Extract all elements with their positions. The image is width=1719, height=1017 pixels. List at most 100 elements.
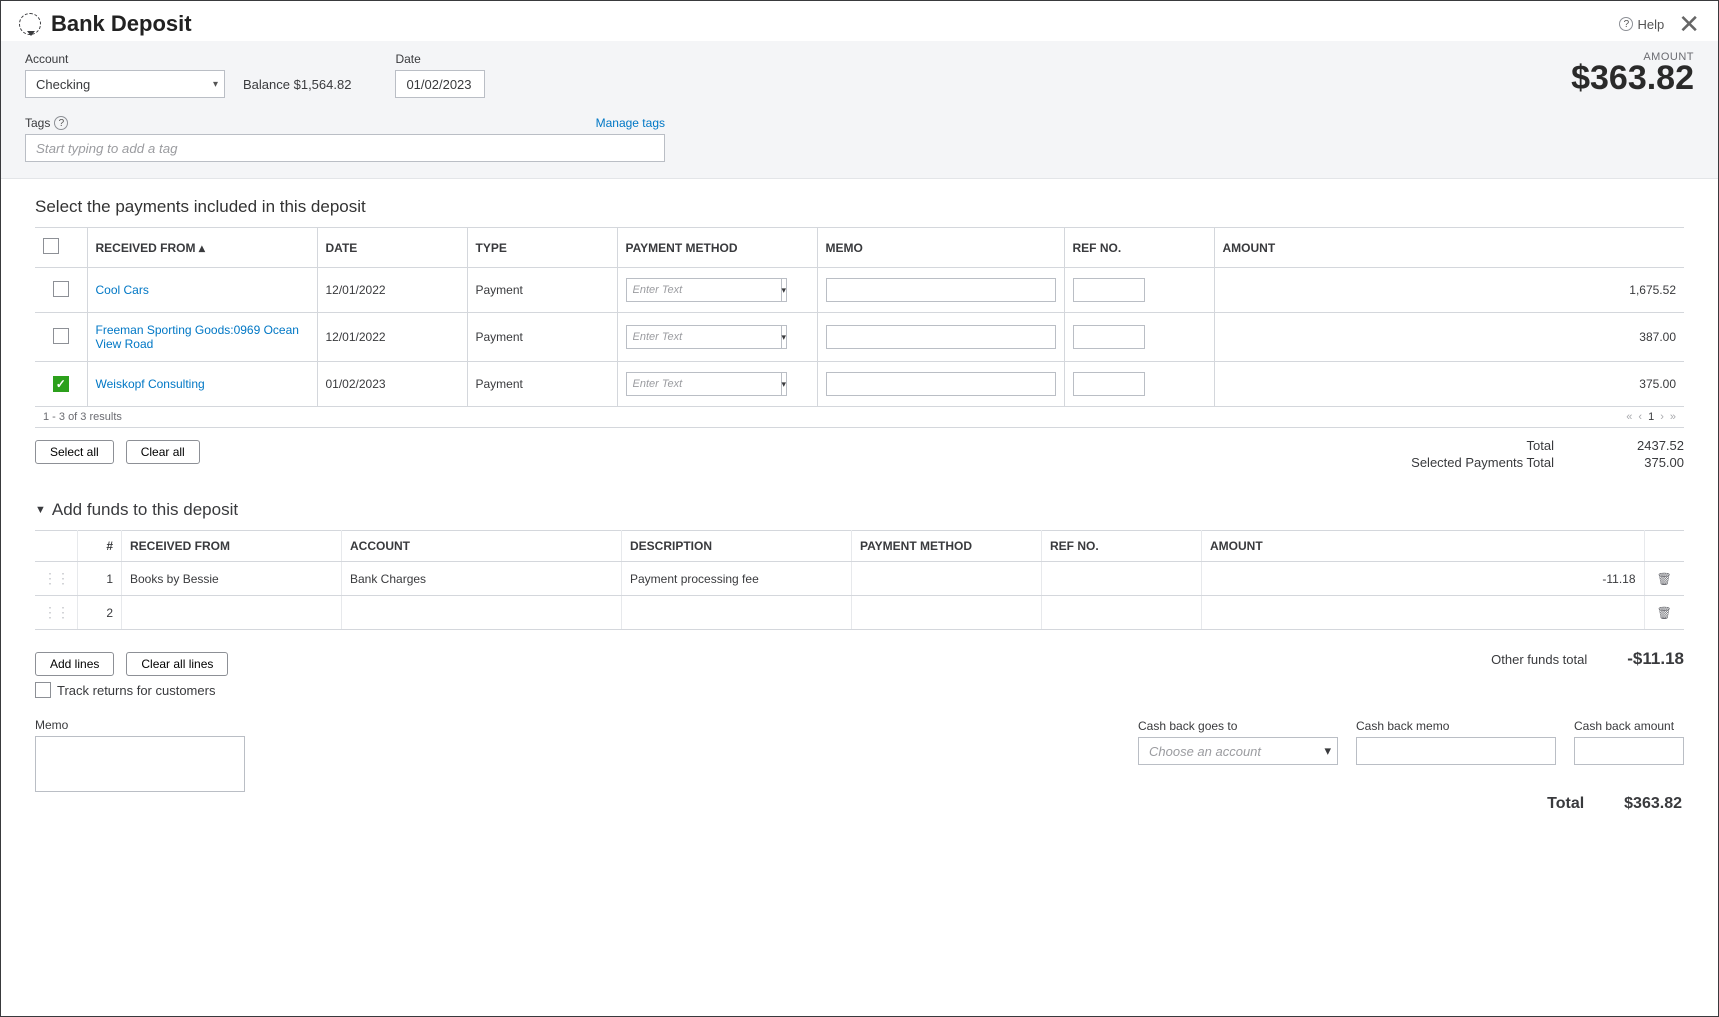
col-f-account: ACCOUNT (342, 531, 622, 562)
funds-row: ⋮⋮1Books by BessieBank ChargesPayment pr… (35, 562, 1684, 596)
col-type[interactable]: TYPE (467, 228, 617, 268)
grand-total-label: Total (1547, 795, 1584, 813)
payment-method-combo[interactable]: ▾ (626, 325, 738, 349)
date-label: Date (395, 52, 485, 66)
tags-help-icon[interactable]: ? (54, 116, 68, 130)
date-input[interactable]: 01/02/2023 (395, 70, 485, 98)
trash-icon[interactable]: 🗑 (1657, 572, 1672, 586)
pager-next-icon[interactable]: › (1660, 411, 1664, 423)
payments-table: RECEIVED FROM ▴ DATE TYPE PAYMENT METHOD… (35, 227, 1684, 407)
pager-last-icon[interactable]: » (1670, 411, 1676, 423)
payments-total-value: 2437.52 (1604, 438, 1684, 453)
track-returns-checkbox[interactable] (35, 682, 51, 698)
cashback-amount-label: Cash back amount (1574, 719, 1684, 733)
add-funds-title: Add funds to this deposit (52, 500, 238, 520)
drag-handle-icon[interactable]: ⋮⋮ (43, 604, 69, 620)
col-memo[interactable]: MEMO (817, 228, 1064, 268)
account-label: Account (25, 52, 225, 66)
funds-account[interactable] (342, 596, 622, 630)
row-date: 01/02/2023 (317, 362, 467, 407)
funds-table: # RECEIVED FROM ACCOUNT DESCRIPTION PAYM… (35, 530, 1684, 630)
col-f-amount: AMOUNT (1202, 531, 1645, 562)
row-checkbox[interactable] (53, 281, 69, 297)
chevron-down-icon[interactable]: ▾ (781, 278, 788, 302)
row-memo-input[interactable] (826, 278, 1056, 302)
add-funds-title-row[interactable]: ▼ Add funds to this deposit (35, 500, 1684, 520)
memo-textarea[interactable] (35, 736, 245, 792)
payment-method-input[interactable] (626, 325, 781, 349)
chevron-down-icon: ▾ (213, 79, 218, 90)
funds-payment-method[interactable] (852, 596, 1042, 630)
close-button[interactable]: ✕ (1678, 11, 1700, 37)
help-label: Help (1637, 17, 1664, 32)
funds-amount[interactable]: -11.18 (1202, 562, 1645, 596)
funds-account[interactable]: Bank Charges (342, 562, 622, 596)
funds-received-from[interactable]: Books by Bessie (122, 562, 342, 596)
funds-row: ⋮⋮ 2 🗑 (35, 596, 1684, 630)
cashback-memo-input[interactable] (1356, 737, 1556, 765)
received-from-link[interactable]: Cool Cars (96, 283, 149, 297)
question-icon: ? (1619, 17, 1633, 31)
col-f-ref-no: REF NO. (1042, 531, 1202, 562)
help-button[interactable]: ? Help (1619, 17, 1664, 32)
drag-handle-icon[interactable]: ⋮⋮ (43, 570, 69, 586)
results-count: 1 - 3 of 3 results (43, 411, 122, 423)
chevron-down-icon[interactable]: ▾ (781, 372, 788, 396)
funds-description[interactable] (622, 596, 852, 630)
funds-payment-method[interactable] (852, 562, 1042, 596)
cashback-amount-input[interactable] (1574, 737, 1684, 765)
sort-asc-icon: ▴ (199, 241, 205, 255)
col-f-num: # (78, 531, 122, 562)
funds-received-from[interactable] (122, 596, 342, 630)
funds-description[interactable]: Payment processing fee (622, 562, 852, 596)
clear-all-lines-button[interactable]: Clear all lines (126, 652, 228, 676)
pager-first-icon[interactable]: « (1626, 411, 1632, 423)
row-checkbox[interactable] (53, 328, 69, 344)
refresh-icon (19, 13, 41, 35)
col-amount[interactable]: AMOUNT (1214, 228, 1684, 268)
manage-tags-link[interactable]: Manage tags (596, 116, 665, 130)
row-type: Payment (467, 362, 617, 407)
funds-row-num: 2 (78, 596, 122, 630)
row-ref-input[interactable] (1073, 372, 1145, 396)
payment-row: Cool Cars12/01/2022Payment▾1,675.52 (35, 268, 1684, 313)
cashback-memo-label: Cash back memo (1356, 719, 1556, 733)
funds-ref-no[interactable] (1042, 562, 1202, 596)
trash-icon[interactable]: 🗑 (1657, 606, 1672, 620)
row-ref-input[interactable] (1073, 325, 1145, 349)
tags-input[interactable] (25, 134, 665, 162)
account-select[interactable]: Checking ▾ (25, 70, 225, 98)
cashback-account-select[interactable]: Choose an account ▾ (1138, 737, 1338, 765)
payments-total-label: Total (1527, 438, 1554, 453)
payment-method-combo[interactable]: ▾ (626, 372, 738, 396)
chevron-down-icon[interactable]: ▾ (781, 325, 788, 349)
balance-label: Balance $1,564.82 (243, 77, 351, 92)
payment-method-combo[interactable]: ▾ (626, 278, 738, 302)
row-amount: 387.00 (1214, 313, 1684, 362)
payment-method-input[interactable] (626, 372, 781, 396)
row-date: 12/01/2022 (317, 313, 467, 362)
select-all-checkbox[interactable] (43, 238, 59, 254)
payment-method-input[interactable] (626, 278, 781, 302)
pager-prev-icon[interactable]: ‹ (1638, 411, 1642, 423)
payment-row: Freeman Sporting Goods:0969 Ocean View R… (35, 313, 1684, 362)
row-memo-input[interactable] (826, 325, 1056, 349)
row-ref-input[interactable] (1073, 278, 1145, 302)
col-ref-no[interactable]: REF NO. (1064, 228, 1214, 268)
col-received-from[interactable]: RECEIVED FROM ▴ (87, 228, 317, 268)
col-date[interactable]: DATE (317, 228, 467, 268)
grand-total-value: $363.82 (1624, 795, 1682, 813)
funds-ref-no[interactable] (1042, 596, 1202, 630)
track-returns-label: Track returns for customers (57, 683, 215, 698)
add-lines-button[interactable]: Add lines (35, 652, 114, 676)
received-from-link[interactable]: Weiskopf Consulting (96, 377, 205, 391)
row-memo-input[interactable] (826, 372, 1056, 396)
select-all-button[interactable]: Select all (35, 440, 114, 464)
clear-all-button[interactable]: Clear all (126, 440, 200, 464)
funds-amount[interactable] (1202, 596, 1645, 630)
col-payment-method[interactable]: PAYMENT METHOD (617, 228, 817, 268)
selected-total-value: 375.00 (1604, 455, 1684, 470)
pager: « ‹ 1 › » (1626, 411, 1676, 423)
row-checkbox[interactable]: ✓ (53, 376, 69, 392)
received-from-link[interactable]: Freeman Sporting Goods:0969 Ocean View R… (96, 323, 299, 351)
